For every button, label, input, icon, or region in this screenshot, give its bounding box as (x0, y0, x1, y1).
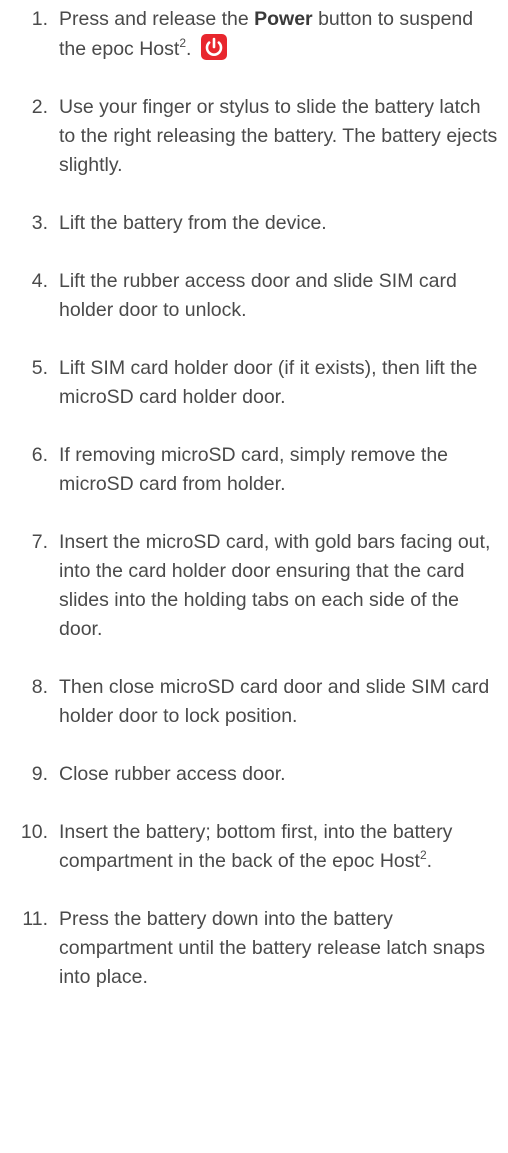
step-text: If removing microSD card, simply remove … (59, 444, 449, 495)
power-button-label: Power (254, 8, 313, 30)
step-text: Insert the microSD card, with gold bars … (59, 531, 491, 640)
step-text: Use your finger or stylus to slide the b… (59, 96, 498, 176)
step-number: 8. (31, 676, 48, 698)
step-number: 9. (31, 763, 48, 785)
step-number: 1. (31, 8, 48, 30)
step-text: Insert the battery; bottom first, into t… (59, 821, 453, 872)
power-icon (200, 34, 227, 60)
step-number: 6. (31, 444, 48, 466)
step-number: 4. (31, 270, 48, 292)
step-number: 5. (31, 357, 48, 379)
step-text: Close rubber access door. (59, 763, 286, 785)
step-text: Lift the battery from the device. (59, 212, 327, 234)
step-text: Lift the rubber access door and slide SI… (59, 270, 457, 321)
step-number: 7. (31, 531, 48, 553)
step-text: Then close microSD card door and slide S… (59, 676, 490, 727)
step-number: 3. (31, 212, 48, 234)
step-text: Lift SIM card holder door (if it exists)… (59, 357, 478, 408)
step-number: 10. (20, 821, 48, 843)
step-number: 2. (31, 96, 48, 118)
step-text: Press the battery down into the battery … (59, 908, 485, 988)
step-number: 11. (22, 908, 48, 930)
step-text: Press and release the Power button to su… (59, 8, 474, 60)
